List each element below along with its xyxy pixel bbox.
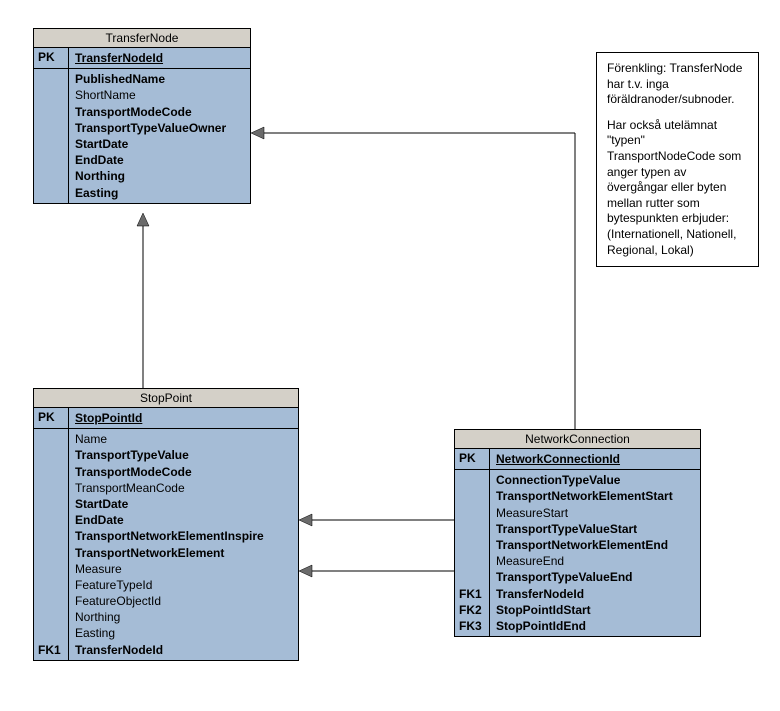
attr: TransportModeCode (75, 464, 292, 480)
fk-col (34, 69, 69, 203)
attr: Northing (75, 609, 292, 625)
attr: StartDate (75, 136, 244, 152)
pk-label: PK (34, 408, 69, 428)
arrowhead-icon (251, 127, 264, 139)
attr: Name (75, 431, 292, 447)
entity-transfer-node: TransferNode PK TransferNodeId Published… (33, 28, 251, 204)
attr: MeasureStart (496, 505, 694, 521)
pk-name: NetworkConnectionId (496, 451, 694, 467)
attr: StopPointIdStart (496, 602, 694, 618)
entity-pk-row: PK NetworkConnectionId (455, 449, 700, 470)
entity-title: TransferNode (34, 29, 250, 48)
pk-label: PK (34, 48, 69, 68)
attr: EndDate (75, 512, 292, 528)
attr: Easting (75, 625, 292, 641)
pk-name: StopPointId (75, 410, 292, 426)
attr: PublishedName (75, 71, 244, 87)
entity-attrs: FK1 FK2 FK3 ConnectionTypeValue Transpor… (455, 470, 700, 636)
entity-network-connection: NetworkConnection PK NetworkConnectionId… (454, 429, 701, 637)
attr: ConnectionTypeValue (496, 472, 694, 488)
attr: MeasureEnd (496, 553, 694, 569)
fk-col: FK1 (34, 429, 69, 660)
attr: TransportTypeValueEnd (496, 569, 694, 585)
attr: TransportMeanCode (75, 480, 292, 496)
entity-attrs: PublishedName ShortName TransportModeCod… (34, 69, 250, 203)
pk-name: TransferNodeId (75, 50, 244, 66)
attr: TransportNetworkElementStart (496, 488, 694, 504)
attr: TransportNetworkElementEnd (496, 537, 694, 553)
attr: ShortName (75, 87, 244, 103)
entity-pk-row: PK StopPointId (34, 408, 298, 429)
attr: TransportTypeValueStart (496, 521, 694, 537)
attr: StopPointIdEnd (496, 618, 694, 634)
entity-title: NetworkConnection (455, 430, 700, 449)
attr: Easting (75, 185, 244, 201)
fk-col: FK1 FK2 FK3 (455, 470, 490, 636)
entity-pk-row: PK TransferNodeId (34, 48, 250, 69)
attr: Northing (75, 168, 244, 184)
note-box: Förenkling: TransferNode har t.v. inga f… (596, 52, 759, 267)
note-paragraph: Har också utelämnat "typen" TransportNod… (607, 118, 748, 258)
attr: TransportModeCode (75, 104, 244, 120)
attr: EndDate (75, 152, 244, 168)
arrowhead-icon (299, 565, 312, 577)
arrowhead-icon (299, 514, 312, 526)
attr: TransferNodeId (75, 642, 292, 658)
attr: TransportTypeValueOwner (75, 120, 244, 136)
attr: FeatureTypeId (75, 577, 292, 593)
attr: StartDate (75, 496, 292, 512)
attr: Measure (75, 561, 292, 577)
attr: TransferNodeId (496, 586, 694, 602)
entity-stop-point: StopPoint PK StopPointId FK1 Name Transp… (33, 388, 299, 661)
entity-title: StopPoint (34, 389, 298, 408)
attr: TransportNetworkElementInspire (75, 528, 292, 544)
entity-attrs: FK1 Name TransportTypeValue TransportMod… (34, 429, 298, 660)
note-paragraph: Förenkling: TransferNode har t.v. inga f… (607, 61, 748, 108)
attr: TransportTypeValue (75, 447, 292, 463)
pk-label: PK (455, 449, 490, 469)
arrowhead-icon (137, 213, 149, 226)
attr: TransportNetworkElement (75, 545, 292, 561)
attr: FeatureObjectId (75, 593, 292, 609)
